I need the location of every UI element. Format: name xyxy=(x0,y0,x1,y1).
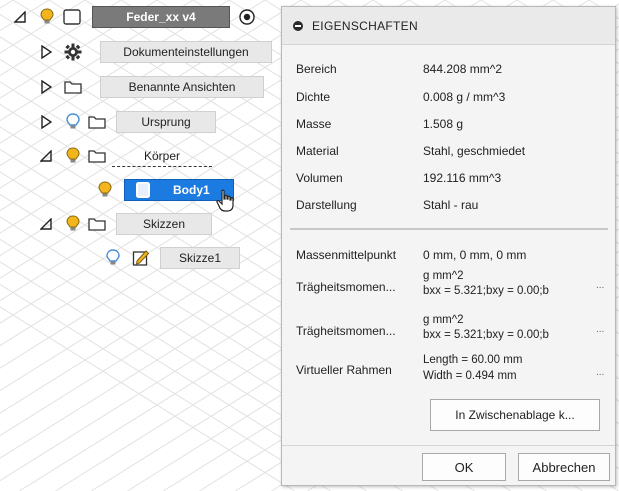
property-value: Stahl - rau xyxy=(423,198,479,212)
browser-item-koerper[interactable]: Körper xyxy=(0,143,280,169)
property-label: Masse xyxy=(296,117,332,131)
browser-item-skizze1[interactable]: Skizze1 xyxy=(0,245,280,271)
browser-item-benannte-ansichten[interactable]: Benannte Ansichten xyxy=(0,74,280,100)
lightbulb-off-icon[interactable] xyxy=(104,249,122,267)
lightbulb-on-icon[interactable] xyxy=(96,181,114,199)
collapse-triangle-icon[interactable] xyxy=(12,9,28,25)
collapse-triangle-icon[interactable] xyxy=(38,148,54,164)
tree-item-label: Body1 xyxy=(173,183,210,197)
folder-icon xyxy=(64,78,82,96)
property-value: 1.508 g xyxy=(423,117,464,131)
property-virtueller-rahmen: Virtueller Rahmen Length = 60.00 mm Widt… xyxy=(296,353,606,385)
property-label[interactable]: Trägheitsmomen... xyxy=(296,324,396,338)
property-label: Darstellung xyxy=(296,198,357,212)
property-value: 0 mm, 0 mm, 0 mm xyxy=(423,248,527,262)
lightbulb-on-icon[interactable] xyxy=(38,8,56,26)
property-label[interactable]: Trägheitsmomen... xyxy=(296,280,396,294)
expand-triangle-icon[interactable] xyxy=(38,79,54,95)
more-ellipsis-icon[interactable]: ... xyxy=(596,367,604,378)
dialog-footer-divider xyxy=(282,445,615,446)
lightbulb-on-icon[interactable] xyxy=(64,215,82,233)
properties-dialog: EIGENSCHAFTEN Bereich 844.208 mm^2 Dicht… xyxy=(281,6,616,486)
dialog-title: EIGENSCHAFTEN xyxy=(312,18,418,33)
expand-triangle-icon[interactable] xyxy=(38,114,54,130)
gear-icon xyxy=(64,43,82,61)
property-traegheitsmoment-2: Trägheitsmomen... g mm^2 bxx = 5.321;bxy… xyxy=(296,313,606,345)
property-value-line2: bxx = 5.321;bxy = 0.00;b xyxy=(423,329,549,341)
property-value: 192.116 mm^3 xyxy=(423,171,502,185)
copy-to-clipboard-button[interactable]: In Zwischenablage k... xyxy=(430,399,600,431)
property-label: Dichte xyxy=(296,90,331,104)
body-icon xyxy=(135,181,151,199)
property-traegheitsmoment-1: Trägheitsmomen... g mm^2 bxx = 5.321;bxy… xyxy=(296,269,606,301)
property-value: Stahl, geschmiedet xyxy=(423,144,526,158)
more-ellipsis-icon[interactable]: ... xyxy=(596,324,604,335)
property-value-line1: g mm^2 xyxy=(423,314,464,326)
property-label: Bereich xyxy=(296,62,337,76)
folder-icon xyxy=(88,113,106,131)
collapse-triangle-icon[interactable] xyxy=(38,216,54,232)
expand-triangle-icon[interactable] xyxy=(38,44,54,60)
sketch-icon xyxy=(132,249,150,267)
browser-item-ursprung[interactable]: Ursprung xyxy=(0,109,280,135)
dialog-header[interactable]: EIGENSCHAFTEN xyxy=(282,7,615,45)
lightbulb-on-icon[interactable] xyxy=(64,147,82,165)
collapse-panel-icon[interactable] xyxy=(293,20,303,31)
property-label: Massenmittelpunkt xyxy=(296,248,397,262)
component-icon xyxy=(62,8,82,26)
property-label: Virtueller Rahmen xyxy=(296,363,392,377)
browser-item-skizzen[interactable]: Skizzen xyxy=(0,211,280,237)
activate-radio-icon[interactable] xyxy=(238,8,256,26)
property-value-line1: g mm^2 xyxy=(423,270,464,282)
browser-item-dokumenteinstellungen[interactable]: Dokumenteinstellungen xyxy=(0,39,280,65)
tree-item-label[interactable]: Ursprung xyxy=(116,111,216,133)
lightbulb-off-icon[interactable] xyxy=(64,113,82,131)
property-label: Material xyxy=(296,144,339,158)
property-value-line2: bxx = 5.321;bxy = 0.00;b xyxy=(423,285,549,297)
tree-item-label[interactable]: Skizze1 xyxy=(160,247,240,269)
browser-item-body1[interactable]: Body1 xyxy=(0,177,280,212)
folder-icon xyxy=(88,215,106,233)
property-value-line2: Width = 0.494 mm xyxy=(423,370,517,382)
property-value: 844.208 mm^2 xyxy=(423,62,503,76)
property-value-line1: Length = 60.00 mm xyxy=(423,354,523,366)
tree-item-label[interactable]: Körper xyxy=(112,145,212,167)
section-divider xyxy=(290,228,608,230)
tree-item-label[interactable]: Dokumenteinstellungen xyxy=(100,41,272,63)
browser-root-row[interactable]: Feder_xx v4 xyxy=(0,4,280,30)
folder-icon xyxy=(88,147,106,165)
property-label: Volumen xyxy=(296,171,343,185)
ok-button[interactable]: OK xyxy=(422,453,506,481)
more-ellipsis-icon[interactable]: ... xyxy=(596,280,604,291)
cancel-button[interactable]: Abbrechen xyxy=(518,453,610,481)
root-component-label[interactable]: Feder_xx v4 xyxy=(92,6,230,28)
tree-item-label[interactable]: Skizzen xyxy=(116,213,212,235)
tree-item-label[interactable]: Benannte Ansichten xyxy=(100,76,264,98)
property-value: 0.008 g / mm^3 xyxy=(423,90,506,104)
